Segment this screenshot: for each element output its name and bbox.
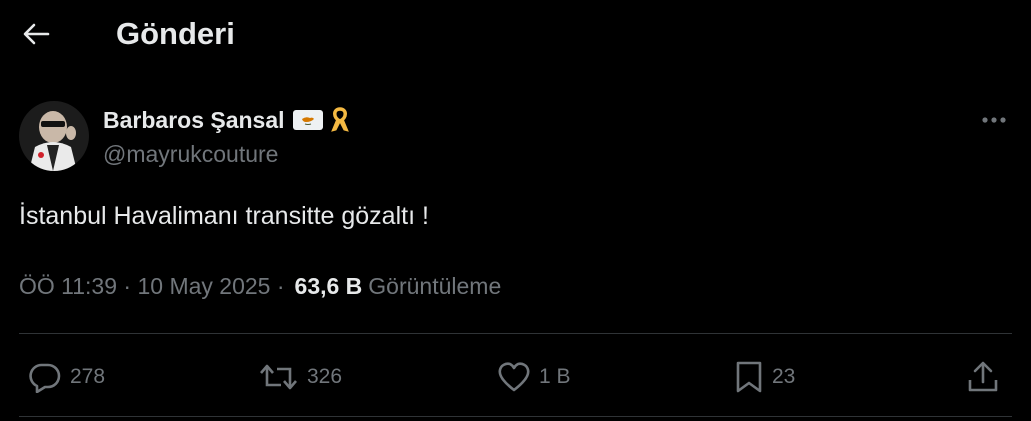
heart-icon	[497, 361, 531, 393]
bookmark-button[interactable]: 23	[734, 350, 795, 404]
bookmark-count: 23	[772, 365, 796, 388]
like-count: 1 B	[539, 365, 571, 388]
ribbon-icon	[329, 106, 351, 134]
divider	[19, 333, 1012, 334]
display-name-row: Barbaros Şansal	[103, 104, 351, 136]
share-button[interactable]	[966, 350, 1000, 404]
tweet-time[interactable]: ÖÖ 11:39	[19, 268, 117, 304]
views-label: Görüntüleme	[368, 273, 502, 299]
arrow-left-icon	[22, 22, 50, 46]
repost-icon	[259, 361, 299, 393]
repost-count: 326	[307, 365, 343, 388]
action-bar: 278 326 1 B 23	[0, 350, 1031, 404]
bookmark-icon	[734, 360, 764, 394]
like-button[interactable]: 1 B	[497, 350, 571, 404]
views-count: 63,6 B	[294, 273, 363, 299]
tweet-date[interactable]: 10 May 2025	[137, 268, 270, 304]
display-name[interactable]: Barbaros Şansal	[103, 107, 285, 134]
reply-count: 278	[70, 365, 106, 388]
tweet-meta: ÖÖ 11:39 · 10 May 2025 · 63,6 B Görüntül…	[19, 268, 501, 304]
share-icon	[966, 360, 1000, 394]
user-handle[interactable]: @mayrukcouture	[103, 138, 278, 170]
header: Gönderi	[0, 0, 1031, 68]
reply-icon	[28, 361, 62, 393]
avatar[interactable]	[19, 101, 89, 171]
tweet-text: İstanbul Havalimanı transitte gözaltı !	[19, 202, 429, 230]
repost-button[interactable]: 326	[259, 350, 342, 404]
meta-separator: ·	[270, 273, 285, 299]
page-title: Gönderi	[116, 16, 235, 51]
divider	[19, 416, 1012, 417]
reply-button[interactable]: 278	[28, 350, 105, 404]
flag-icon	[292, 110, 323, 130]
back-button[interactable]	[18, 16, 54, 52]
more-options-button[interactable]	[976, 108, 1012, 132]
meta-separator: ·	[117, 273, 138, 299]
more-horizontal-icon	[981, 116, 1007, 124]
